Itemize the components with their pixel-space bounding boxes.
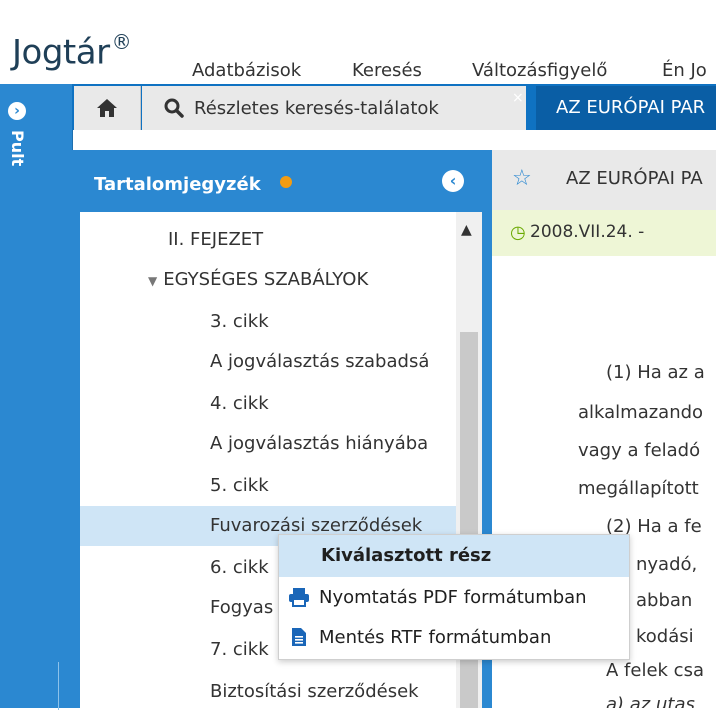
document-line: a) az utas [606, 694, 695, 708]
pult-label[interactable]: Pult [8, 130, 27, 166]
nav-en-jogtar[interactable]: Én Jo [662, 60, 707, 81]
triangle-down-icon: ▼ [148, 274, 158, 288]
document-line: alkalmazando [578, 402, 704, 423]
toc-item[interactable]: II. FEJEZET [80, 220, 456, 260]
search-icon [164, 98, 184, 118]
notification-dot-icon [280, 176, 292, 188]
tab-home[interactable] [74, 86, 141, 130]
document-line: (1) Ha az a [606, 362, 705, 383]
validity-date: 2008.VII.24. - [530, 222, 645, 242]
toc-item[interactable]: 4. cikk [80, 384, 456, 424]
document-line: A felek csa [606, 660, 704, 681]
top-strip [0, 0, 716, 21]
toc-item-expanded[interactable]: ▼ EGYSÉGES SZABÁLYOK [80, 260, 456, 300]
app-header: Jogtár ® Adatbázisok Keresés Változásfigy… [0, 20, 716, 84]
document-title: AZ EURÓPAI PA [566, 168, 703, 189]
toc-header: Tartalomjegyzék ‹ [72, 150, 492, 212]
toc-item[interactable]: Biztosítási szerződések [80, 672, 456, 708]
context-menu-header: Kiválasztott rész [279, 535, 629, 577]
star-icon[interactable]: ☆ [512, 166, 532, 191]
toc-title: Tartalomjegyzék [94, 174, 261, 195]
document-header: ☆ AZ EURÓPAI PA [492, 150, 716, 210]
close-icon[interactable]: × [512, 90, 524, 106]
document-line: vagy a feladó [578, 440, 701, 461]
printer-icon [289, 588, 309, 607]
pult-sidebar: › Pult [0, 84, 73, 710]
validity-bar: ◷ 2008.VII.24. - [492, 210, 716, 256]
document-line: nyadó, [636, 554, 698, 575]
tab-active-document[interactable]: AZ EURÓPAI PAR [536, 86, 716, 130]
home-icon [97, 99, 117, 117]
menu-item-save-rtf[interactable]: Mentés RTF formátumban [279, 617, 629, 657]
toc-item[interactable]: 5. cikk [80, 466, 456, 506]
toc-item[interactable]: A jogválasztás hiányába [80, 424, 456, 464]
document-line: megállapított [578, 478, 699, 499]
menu-item-label: Nyomtatás PDF formátumban [319, 586, 587, 608]
document-line: abban [636, 590, 693, 611]
nav-valtozasfigyelo[interactable]: Változásfigyelő [472, 60, 607, 81]
tab-search-results[interactable]: Részletes keresés-találatok [142, 86, 526, 130]
document-line: kodási [636, 626, 694, 647]
toc-left-border [72, 212, 80, 708]
pult-resize-handle[interactable] [58, 662, 69, 710]
nav-kereses[interactable]: Keresés [352, 60, 422, 81]
pult-expand-icon[interactable]: › [8, 102, 26, 120]
nav-adatbazisok[interactable]: Adatbázisok [192, 60, 301, 81]
document-icon [292, 628, 306, 646]
menu-item-print-pdf[interactable]: Nyomtatás PDF formátumban [279, 577, 629, 617]
context-menu: Kiválasztott rész Nyomtatás PDF formátum… [278, 534, 630, 660]
context-menu-title: Kiválasztott rész [321, 545, 492, 566]
scroll-up-icon[interactable]: ▲ [461, 222, 472, 238]
collapse-left-icon[interactable]: ‹ [442, 170, 464, 192]
menu-item-label: Mentés RTF formátumban [319, 626, 552, 648]
toc-item-label: EGYSÉGES SZABÁLYOK [163, 269, 369, 290]
logo[interactable]: Jogtár ® [12, 30, 132, 72]
toc-item[interactable]: 3. cikk [80, 302, 456, 342]
toc-item[interactable]: A jogválasztás szabadsá [80, 342, 456, 382]
clock-icon: ◷ [510, 222, 526, 243]
tab-search-label: Részletes keresés-találatok [194, 97, 439, 119]
